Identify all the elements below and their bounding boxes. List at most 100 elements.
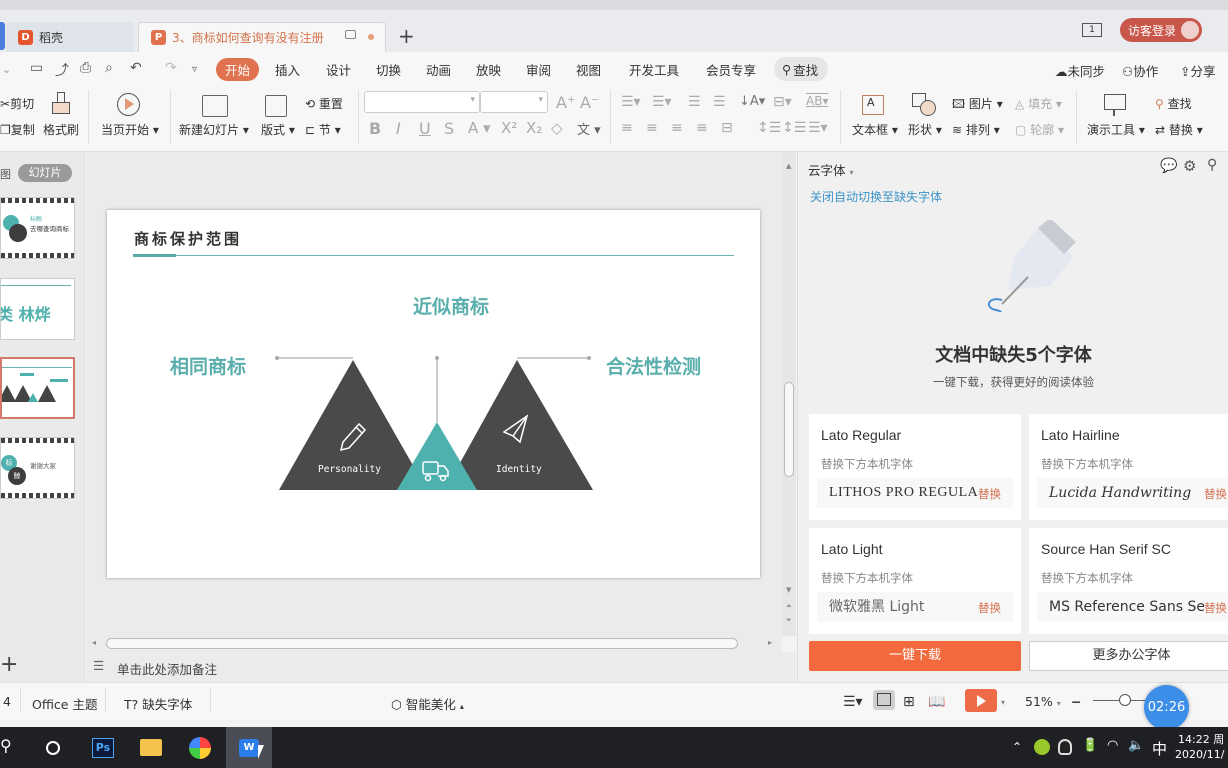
replace-font-button[interactable]: 替换 [1204,486,1227,502]
next-slide-icon[interactable]: ⏷ [786,616,792,625]
play-from-current-button[interactable]: 当页开始 ▾ [101,121,159,138]
share-button[interactable]: ⇪分享 [1180,61,1216,80]
align-right-button[interactable]: ≡ [671,120,683,136]
undo-icon[interactable]: ↶ [130,60,142,76]
collaborate-button[interactable]: ⚇协作 [1122,61,1158,80]
underline-button[interactable]: U [419,119,431,138]
slide-thumbnail-3[interactable] [0,357,75,419]
local-font-sample[interactable]: MS Reference Sans Serif [1037,592,1228,622]
notes-area[interactable]: ☰ 单击此处添加备注 [86,652,796,682]
slide-thumbnail-4[interactable]: 标 鲸 谢谢大家 [0,437,75,499]
show-hidden-icons[interactable]: ⌃ [1012,740,1022,754]
decrease-indent-button[interactable]: ☰ [688,94,701,110]
text-direction-button[interactable]: ↓A▾ [739,94,765,109]
menu-transition[interactable]: 切换 [376,60,401,79]
reset-button[interactable]: ⟲ 重置 [305,95,343,112]
menu-insert[interactable]: 插入 [275,60,300,79]
tray-app-icon[interactable] [1034,739,1050,755]
align-left-button[interactable]: ≡ [621,120,633,136]
replace-button[interactable]: ⇄ 替换 ▾ [1155,121,1203,138]
fill-button[interactable]: ◬ 填充 ▾ [1015,95,1062,112]
menu-slideshow[interactable]: 放映 [476,60,501,79]
arrange-button[interactable]: ≋ 排列 ▾ [952,121,1000,138]
replace-font-button[interactable]: 替换 [978,600,1001,616]
new-slide-button[interactable]: 新建幻灯片 ▾ [179,121,249,138]
grow-font-button[interactable]: A⁺ [556,93,575,112]
theme-name[interactable]: Office 主题 [32,694,97,713]
window-count-icon[interactable]: 1 [1082,23,1102,37]
panel-title-dropdown[interactable]: 云字体 ▾ [808,160,854,179]
missing-fonts-button[interactable]: T? 缺失字体 [124,694,192,713]
distribute-button[interactable]: ⊟ [721,120,733,136]
font-name-combo[interactable]: ▾ [364,91,480,113]
slide-thumbnail-1[interactable]: 标鲸 去哪查询商标 [0,197,75,259]
section-button[interactable]: ⊏ 节 ▾ [305,121,341,138]
ime-indicator[interactable]: 中 [1152,738,1167,759]
tab-document[interactable]: P 3、商标如何查询有没有注册 [138,22,386,52]
outline-button[interactable]: ▢ 轮廓 ▾ [1015,121,1064,138]
menu-chevron-icon[interactable]: ⌄ [2,63,11,76]
vertical-scrollbar[interactable]: ▲ ▼ ⏶ ⏷ [782,152,796,636]
align-center-button[interactable]: ≡ [646,120,658,136]
copy-button[interactable]: ❐复制 [0,121,35,138]
pin-icon[interactable]: ⚲ [1207,157,1217,173]
tab-docer[interactable]: D 稻壳 [6,22,134,52]
font-size-combo[interactable]: ▾ [480,91,548,113]
more-fonts-button[interactable]: 更多办公字体 [1029,641,1228,671]
redo-icon[interactable]: ↷ [165,60,177,76]
phonetic-guide-button[interactable]: 文 ▾ [577,119,601,138]
scroll-up-icon[interactable]: ▲ [786,162,791,170]
guest-login-button[interactable]: 访客登录 [1120,18,1202,42]
zoom-out-button[interactable]: − [1071,694,1081,709]
numbering-button[interactable]: ☰▾ [652,94,672,110]
download-all-fonts-button[interactable]: 一键下载 [809,641,1021,671]
print-preview-icon[interactable]: ⌕ [105,60,113,76]
notes-toggle-icon[interactable]: ☰▾ [843,694,863,710]
menu-animation[interactable]: 动画 [426,60,451,79]
scroll-right-icon[interactable]: ▸ [768,638,772,647]
increase-indent-button[interactable]: ☰ [713,94,726,110]
scroll-left-icon[interactable]: ◂ [92,638,96,647]
cortana-button[interactable] [30,727,76,768]
battery-icon[interactable]: 🔋 [1082,738,1098,753]
paragraph-spacing-button[interactable]: ↕☰ [782,120,806,136]
textbox-button[interactable]: 文本框 ▾ [852,121,898,138]
clear-format-button[interactable]: ◇ [551,119,563,137]
local-font-sample[interactable]: Lucida Handwriting [1037,478,1228,508]
font-color-button[interactable]: A ▾ [468,119,491,137]
zoom-slider-handle[interactable] [1119,694,1131,706]
shrink-font-button[interactable]: A⁻ [580,93,599,112]
wifi-icon[interactable]: ◠ [1107,738,1118,753]
vertical-scroll-thumb[interactable] [784,382,794,477]
superscript-button[interactable]: X² [501,119,517,137]
outline-view-tab[interactable]: 图 [0,166,11,182]
horizontal-scrollbar[interactable]: ◂ ▸ [86,636,782,652]
cut-button[interactable]: ✂剪切 [0,95,34,112]
home-tab-stub[interactable] [0,22,5,50]
chat-icon[interactable]: 💬 [1160,158,1177,174]
strikethrough-button[interactable]: S [444,119,454,138]
sync-status[interactable]: ☁未同步 [1055,61,1105,80]
search-command[interactable]: ⚲ 查找 [774,57,828,81]
layout-button[interactable]: 版式 ▾ [261,121,295,138]
shapes-button[interactable]: 形状 ▾ [908,121,942,138]
save-icon[interactable]: ▭ [30,60,43,76]
clock-date[interactable]: 2020/11/ [1175,748,1224,761]
format-painter-button[interactable]: 格式刷 [43,121,79,138]
slide[interactable]: 商标保护范围 近似商标 相同商标 合法性检测 Personality Ident… [107,210,760,578]
justify-button[interactable]: ≡ [696,120,708,136]
menu-developer[interactable]: 开发工具 [629,60,679,79]
disable-auto-switch-link[interactable]: 关闭自动切换至缺失字体 [810,188,942,205]
find-button[interactable]: ⚲ 查找 [1155,95,1192,112]
menu-design[interactable]: 设计 [326,60,351,79]
horizontal-scroll-thumb[interactable] [106,638,738,649]
qq-icon[interactable] [1058,739,1072,755]
line-spacing-button[interactable]: ↕☰ [757,120,781,136]
menu-home[interactable]: 开始 [216,58,260,81]
replace-font-button[interactable]: 替换 [1204,600,1227,616]
presentation-tools-button[interactable]: 演示工具 ▾ [1087,121,1145,138]
slides-view-tab[interactable]: 幻灯片 [18,164,72,182]
smart-beautify-button[interactable]: ⬡ 智能美化 ▴ [391,694,464,713]
menu-member[interactable]: 会员专享 [706,60,756,79]
replace-font-button[interactable]: 替换 [978,486,1001,502]
